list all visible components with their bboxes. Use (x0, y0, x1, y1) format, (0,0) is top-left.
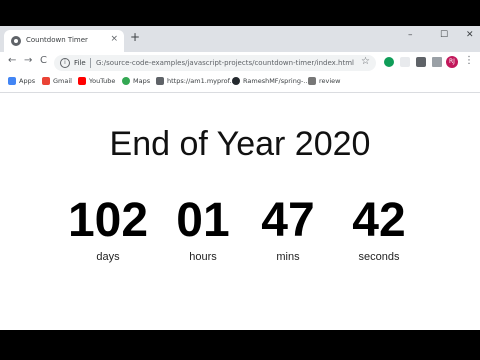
bookmark-label: Gmail (53, 77, 72, 85)
extensions-puzzle-icon[interactable] (416, 57, 426, 67)
maximize-button[interactable]: ☐ (440, 31, 448, 40)
hours-label: hours (189, 251, 217, 263)
apps-grid-icon (8, 77, 16, 85)
countdown-days: 102 days (63, 193, 153, 263)
countdown-hours: 01 hours (158, 193, 248, 263)
maps-icon (122, 77, 130, 85)
wikipedia-icon (308, 77, 316, 85)
countdown-mins: 47 mins (243, 193, 333, 263)
image-icon (156, 77, 164, 85)
seconds-value: 42 (352, 194, 406, 247)
countdown-seconds: 42 seconds (334, 193, 424, 263)
extension-generic-icon[interactable] (400, 57, 410, 67)
browser-toolbar: ← → C i File G:/source-code-examples/jav… (0, 52, 480, 74)
bookmark-review[interactable]: review (308, 77, 341, 85)
address-protocol: File (74, 59, 86, 67)
minimize-button[interactable]: – (408, 31, 413, 40)
mins-label: mins (276, 251, 300, 263)
info-icon[interactable]: i (60, 58, 70, 68)
tab-title: Countdown Timer (26, 36, 88, 44)
bookmark-label: RameshMF/spring-... (243, 77, 310, 85)
address-separator (90, 58, 91, 68)
browser-menu-icon[interactable]: ⋮ (464, 56, 474, 66)
bookmark-youtube[interactable]: YouTube (78, 77, 115, 85)
bookmarks-bar: Apps Gmail YouTube Maps https://am1.mypr… (0, 74, 480, 93)
bookmark-label: https://am1.myprof... (167, 77, 236, 85)
bookmark-label: Apps (19, 77, 36, 85)
extension-grammarly-icon[interactable] (384, 57, 394, 67)
back-button[interactable]: ← (8, 56, 16, 66)
mins-value: 47 (261, 194, 315, 247)
tab-countdown-timer[interactable]: Countdown Timer × (4, 30, 124, 52)
new-tab-button[interactable]: + (130, 31, 140, 43)
bookmark-label: review (319, 77, 341, 85)
days-label: days (96, 251, 120, 263)
bookmark-star-icon[interactable]: ☆ (361, 57, 370, 67)
reading-list-icon[interactable] (432, 57, 442, 67)
page-title: End of Year 2020 (109, 125, 371, 163)
tab-close-icon[interactable]: × (110, 35, 118, 44)
address-bar[interactable]: i File G:/source-code-examples/javascrip… (54, 55, 376, 71)
reload-button[interactable]: C (40, 56, 47, 66)
page-content: End of Year 2020 102 days 01 hours 47 mi… (0, 93, 480, 330)
forward-button[interactable]: → (24, 56, 32, 66)
seconds-label: seconds (358, 251, 400, 263)
bookmark-apps[interactable]: Apps (8, 77, 35, 85)
bookmark-gmail[interactable]: Gmail (42, 77, 72, 85)
globe-icon (11, 36, 21, 46)
tab-strip: Countdown Timer × + – ☐ ✕ (0, 26, 480, 52)
bookmark-maps[interactable]: Maps (122, 77, 150, 85)
bookmark-github[interactable]: RameshMF/spring-... (232, 77, 310, 85)
bookmark-label: YouTube (89, 77, 116, 85)
gmail-icon (42, 77, 50, 85)
address-url[interactable]: G:/source-code-examples/javascript-proje… (96, 59, 354, 67)
browser-window: Countdown Timer × + – ☐ ✕ ← → C i File G… (0, 26, 480, 330)
profile-avatar[interactable]: RJ (446, 56, 458, 68)
youtube-icon (78, 77, 86, 85)
bookmark-myprofile[interactable]: https://am1.myprof... (156, 77, 236, 85)
days-value: 102 (67, 194, 149, 247)
github-icon (232, 77, 240, 85)
bookmark-label: Maps (133, 77, 151, 85)
close-window-button[interactable]: ✕ (466, 31, 474, 40)
hours-value: 01 (176, 194, 230, 247)
